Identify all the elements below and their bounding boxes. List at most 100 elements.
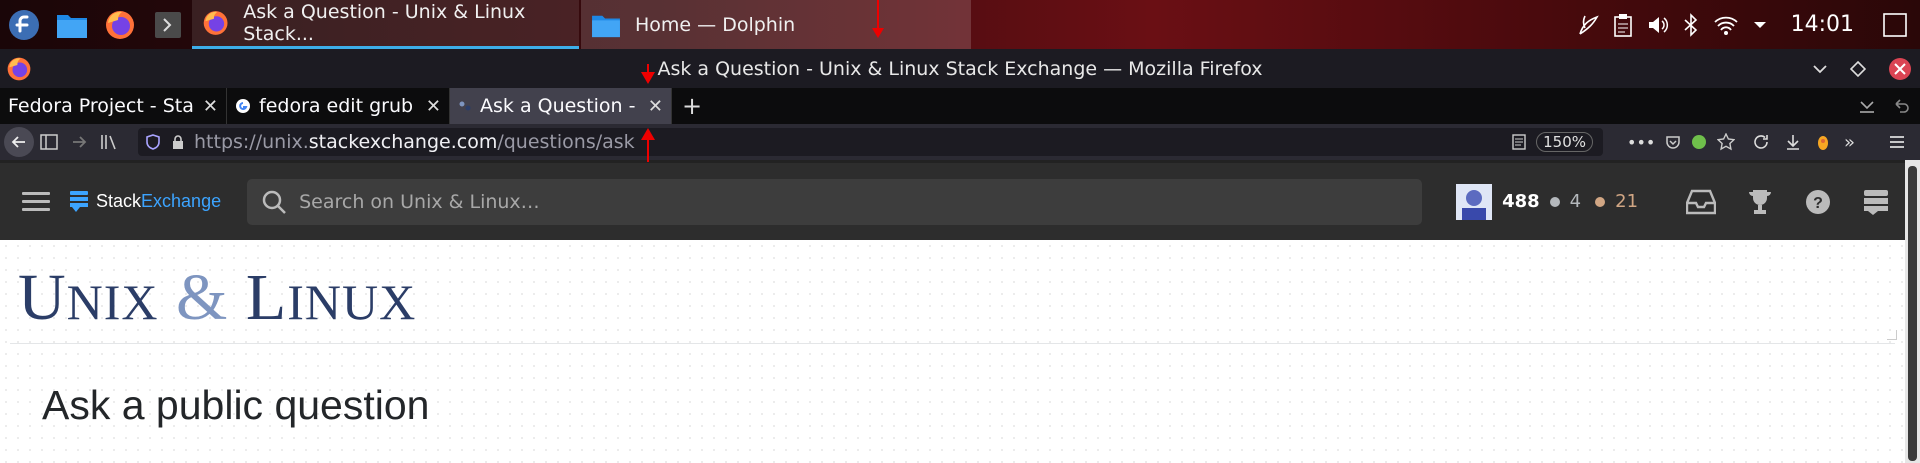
silver-badge-icon	[1549, 196, 1560, 207]
wifi-icon[interactable]	[1713, 14, 1739, 36]
show-desktop-icon[interactable]	[1882, 12, 1908, 38]
library-icon	[101, 135, 116, 150]
forward-arrow-icon	[73, 136, 87, 148]
close-icon[interactable]	[1888, 57, 1912, 81]
tab-ask-question[interactable]: Ask a Question - Ur ✕	[450, 88, 672, 124]
window-title: Ask a Question - Unix & Linux Stack Exch…	[657, 57, 1263, 80]
clock[interactable]: 14:01	[1791, 12, 1854, 37]
page-scrollbar[interactable]	[1905, 160, 1920, 463]
inbox-icon[interactable]	[1686, 189, 1717, 215]
svg-text:?: ?	[1813, 195, 1823, 212]
task-dolphin[interactable]: Home — Dolphin	[581, 0, 971, 49]
tab-close-icon[interactable]: ✕	[648, 96, 663, 117]
logo-l: L	[245, 261, 288, 334]
bluetooth-icon[interactable]	[1683, 12, 1699, 37]
download-icon[interactable]	[1784, 133, 1802, 151]
bookmark-star-icon[interactable]	[1717, 133, 1736, 151]
tab-google-search[interactable]: fedora edit grub m ✕	[227, 88, 450, 124]
lock-icon[interactable]	[172, 135, 184, 149]
stackexchange-logo[interactable]: StackExchange	[70, 190, 221, 213]
unix-linux-logo[interactable]: UNIX & LINUX	[18, 260, 416, 336]
tab-bar: Fedora Project - Start ✕ fedora edit gru…	[0, 88, 1920, 124]
reputation-count: 488	[1502, 191, 1540, 212]
site-switcher-icon[interactable]	[1862, 188, 1890, 216]
library-button[interactable]	[94, 127, 124, 157]
extension-globe-icon[interactable]	[1691, 134, 1707, 150]
logo-u: U	[18, 261, 67, 334]
clipboard-icon[interactable]	[1613, 13, 1633, 37]
hamburger-menu-icon[interactable]	[1888, 134, 1906, 150]
header-divider	[10, 343, 1895, 344]
back-arrow-icon	[11, 136, 25, 148]
url-text[interactable]: https://unix.stackexchange.com/questions…	[194, 131, 635, 153]
url-prefix: https://unix.	[194, 131, 309, 153]
search-icon	[262, 190, 286, 214]
annotation-arrow-icon	[872, 0, 884, 38]
tab-list-icon[interactable]	[1858, 97, 1876, 115]
tab-label: fedora edit grub m	[259, 95, 418, 117]
tab-fedora-project[interactable]: Fedora Project - Start ✕	[0, 88, 227, 124]
avatar[interactable]	[1456, 183, 1493, 220]
sidebar-icon	[40, 134, 58, 150]
fedora-launcher-icon[interactable]	[0, 0, 48, 49]
unix-linux-favicon-icon	[459, 101, 471, 111]
se-search-box[interactable]: Search on Unix & Linux…	[247, 178, 1423, 225]
help-icon[interactable]: ?	[1804, 188, 1832, 216]
user-profile-link[interactable]: 488 4 21	[1456, 183, 1639, 220]
tab-label: Ask a Question - Ur	[480, 95, 640, 117]
maximize-icon[interactable]	[1850, 60, 1866, 77]
tracking-protection-icon[interactable]	[146, 134, 160, 150]
forward-button[interactable]	[64, 127, 94, 157]
task-label: Ask a Question - Unix & Linux Stack...	[243, 1, 526, 45]
logo-ampersand: &	[176, 261, 229, 334]
se-menu-button[interactable]	[22, 187, 50, 216]
tab-close-icon[interactable]: ✕	[203, 96, 218, 117]
logo-stack: Stack	[96, 191, 142, 211]
achievements-trophy-icon[interactable]	[1746, 188, 1774, 216]
file-manager-icon[interactable]	[48, 0, 96, 49]
url-domain: stackexchange.com	[308, 131, 498, 153]
bronze-badge-icon	[1595, 196, 1606, 207]
reload-icon[interactable]	[1752, 133, 1770, 151]
overflow-menu-icon[interactable]: »	[1844, 132, 1855, 153]
url-path: /questions/ask	[497, 131, 635, 153]
firefox-launcher-icon[interactable]	[96, 0, 144, 49]
silver-badge-count: 4	[1569, 191, 1582, 212]
annotation-arrow-down-icon	[641, 64, 655, 84]
plant-icon[interactable]	[1577, 14, 1599, 36]
zoom-indicator[interactable]: 150%	[1536, 132, 1593, 152]
logo-nix: NIX	[66, 274, 159, 330]
task-firefox[interactable]: Ask a Question - Unix & Linux Stack...	[192, 0, 579, 49]
se-topbar: StackExchange Search on Unix & Linux… 48…	[0, 160, 1905, 240]
page-actions-icon[interactable]: •••	[1627, 133, 1655, 152]
tab-label: Fedora Project - Start	[8, 95, 195, 117]
volume-icon[interactable]	[1647, 14, 1669, 36]
window-titlebar[interactable]: Ask a Question - Unix & Linux Stack Exch…	[0, 49, 1920, 88]
scrollbar-thumb[interactable]	[1908, 166, 1917, 461]
tray-expand-icon[interactable]	[1753, 20, 1767, 30]
back-button[interactable]	[4, 127, 34, 157]
logo-inux: INUX	[287, 274, 417, 330]
resize-corner	[1887, 330, 1897, 340]
minimize-icon[interactable]	[1812, 64, 1828, 74]
page-title: Ask a public question	[42, 382, 430, 428]
page-content: UNIX & LINUX Ask a public question	[0, 240, 1905, 463]
sidebar-button[interactable]	[34, 127, 64, 157]
tab-close-icon[interactable]: ✕	[426, 96, 441, 117]
google-icon	[236, 99, 250, 113]
pocket-icon[interactable]	[1665, 134, 1681, 150]
url-bar[interactable]: https://unix.stackexchange.com/questions…	[138, 128, 1603, 156]
taskbar: Ask a Question - Unix & Linux Stack... H…	[0, 0, 1920, 49]
bronze-badge-count: 21	[1615, 191, 1639, 212]
stackexchange-logo-icon	[70, 190, 88, 212]
search-placeholder: Search on Unix & Linux…	[299, 190, 540, 213]
firefox-icon	[7, 57, 31, 80]
reader-view-icon[interactable]	[1512, 134, 1526, 150]
terminal-launcher-icon[interactable]	[144, 0, 192, 49]
undo-icon[interactable]	[1892, 97, 1910, 115]
task-label: Home — Dolphin	[635, 13, 796, 36]
new-tab-button[interactable]: +	[672, 88, 712, 124]
extension-icon[interactable]	[1816, 133, 1830, 151]
navigation-toolbar: https://unix.stackexchange.com/questions…	[0, 124, 1920, 160]
folder-icon	[592, 15, 620, 37]
